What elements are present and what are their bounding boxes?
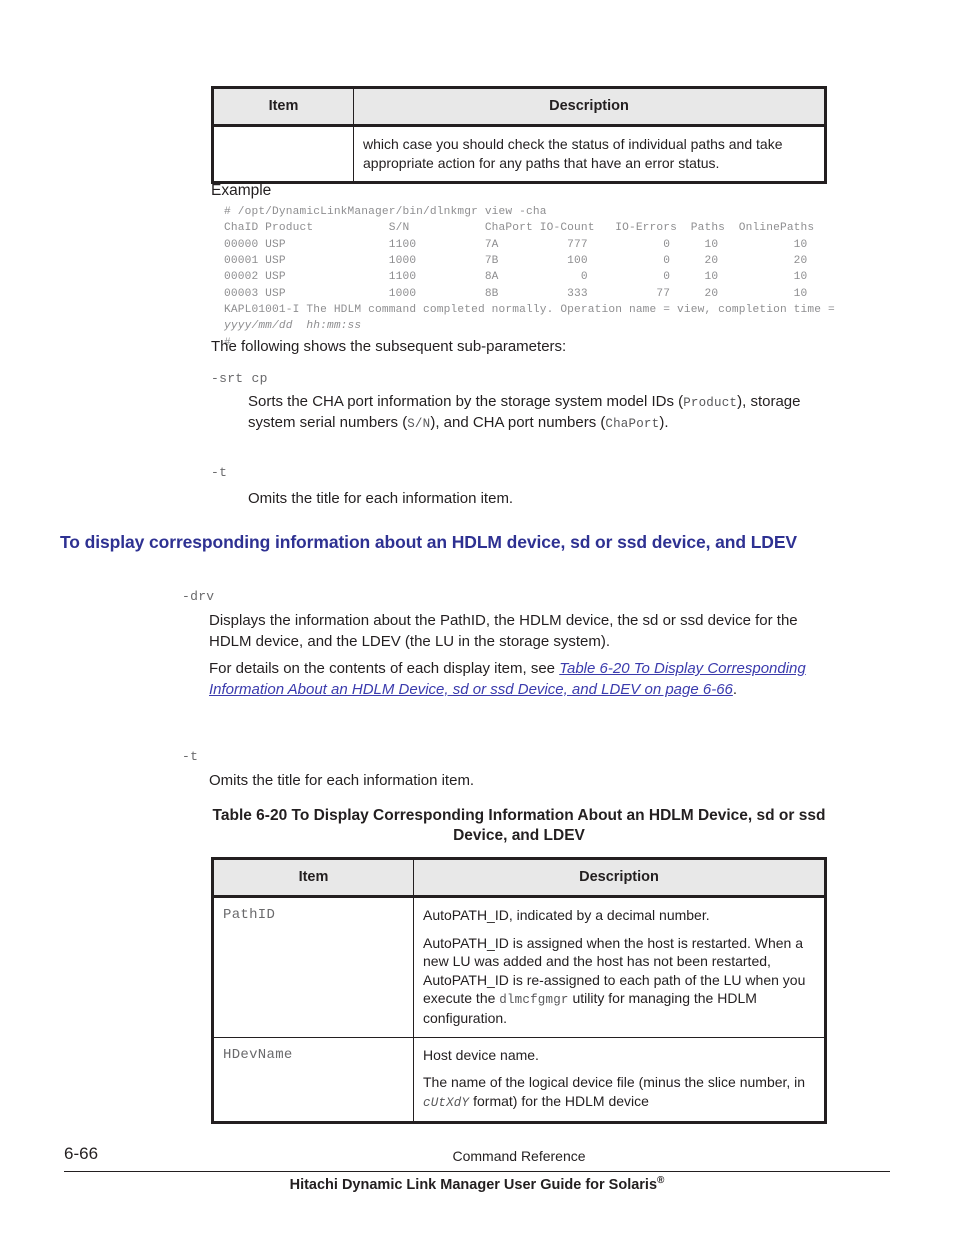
crossref-prefix: For details on the contents of each disp… (209, 660, 560, 678)
code-line-timestamp: yyyy/mm/dd hh:mm:ss (224, 320, 362, 333)
def-text: ). (659, 413, 669, 431)
cell-description: which case you should check the status o… (353, 124, 826, 184)
table-caption: Table 6-20 To Display Corresponding Info… (212, 807, 826, 845)
column-header-description: Description (353, 87, 826, 127)
param-term-t-view: -t (211, 465, 228, 480)
cell-paragraph: AutoPATH_ID is assigned when the host is… (423, 934, 815, 1028)
param-def-paragraph: Displays the information about the PathI… (209, 612, 798, 650)
cell-paragraph: The name of the logical device file (min… (423, 1073, 815, 1111)
code-line: ChaID Product S/N ChaPort IO-Count IO-Er… (224, 222, 815, 235)
table-header: Item Description (212, 858, 826, 898)
cell-code-cutxdy: cUtXdY (423, 1095, 470, 1110)
continuation-table: Item Description which case you should c… (211, 86, 827, 185)
code-line: 00000 USP 1100 7A 777 0 10 10 (224, 238, 808, 251)
table-body: which case you should check the status o… (212, 124, 826, 184)
table-header-row: Item Description (212, 858, 826, 898)
table-row: PathID AutoPATH_ID, indicated by a decim… (212, 896, 826, 1038)
code-line: 00001 USP 1000 7B 100 0 20 20 (224, 255, 808, 268)
crossref-suffix: . (732, 680, 738, 698)
cell-item-hdevname: HDevName (212, 1036, 414, 1123)
table-row: HDevName Host device name. The name of t… (212, 1036, 826, 1123)
param-def-paragraph: Omits the title for each information ite… (248, 490, 514, 507)
def-text: ), and CHA port numbers ( (430, 413, 606, 431)
code-line: KAPL01001-I The HDLM command completed n… (224, 304, 835, 317)
cell-paragraph: AutoPATH_ID, indicated by a decimal numb… (423, 907, 710, 923)
param-def-crossref-paragraph: For details on the contents of each disp… (209, 659, 819, 700)
def-code-product: Product (683, 396, 738, 410)
footer-chapter-title: Command Reference (452, 1148, 586, 1164)
param-term-drv: -drv (182, 589, 215, 604)
registered-trademark-icon: ® (657, 1175, 665, 1186)
column-header-item: Item (212, 858, 414, 898)
param-def-paragraph: Sorts the CHA port information by the st… (248, 392, 838, 433)
section-heading: To display corresponding information abo… (60, 532, 797, 552)
cell-item (212, 124, 354, 184)
param-term-t-drv: -t (182, 749, 199, 764)
param-def-srt-cp: Sorts the CHA port information by the st… (248, 392, 838, 434)
footer-page-number: 6-66 (64, 1144, 99, 1163)
code-line: # /opt/DynamicLinkManager/bin/dlnkmgr vi… (224, 206, 547, 218)
example-label: Example (211, 182, 272, 199)
table-6-20: Item Description PathID AutoPATH_ID, ind… (211, 857, 827, 1124)
cell-description-pathid: AutoPATH_ID, indicated by a decimal numb… (413, 896, 826, 1038)
cell-paragraph: Host device name. (423, 1046, 539, 1063)
example-code-block: # /opt/DynamicLinkManager/bin/dlnkmgr vi… (224, 204, 844, 351)
cell-text: format) for the HDLM device (469, 1092, 649, 1109)
document-page: Item Description which case you should c… (0, 0, 954, 1235)
cell-description-hdevname: Host device name. The name of the logica… (413, 1036, 826, 1123)
table-header-row: Item Description (212, 87, 826, 127)
table-header: Item Description (212, 87, 826, 127)
param-def-t-view: Omits the title for each information ite… (248, 489, 838, 511)
table-body: PathID AutoPATH_ID, indicated by a decim… (212, 896, 826, 1123)
footer-divider (64, 1171, 890, 1172)
cell-text: The name of the logical device file (min… (423, 1074, 806, 1091)
def-text: Sorts the CHA port information by the st… (248, 393, 684, 410)
code-line: 00002 USP 1100 8A 0 0 10 10 (224, 271, 808, 284)
footer-guide-title: Hitachi Dynamic Link Manager User Guide … (64, 1175, 890, 1193)
cell-item-pathid: PathID (212, 896, 414, 1038)
def-code-chaport: ChaPort (605, 416, 660, 431)
sub-parameters-intro: The following shows the subsequent sub-p… (211, 338, 567, 355)
column-header-description: Description (413, 858, 826, 898)
code-line: 00003 USP 1000 8B 333 77 20 10 (224, 287, 808, 300)
footer-guide-text: Hitachi Dynamic Link Manager User Guide … (289, 1176, 658, 1193)
param-def-drv: Displays the information about the PathI… (209, 611, 819, 701)
cell-code-dlmcfgmgr: dlmcfgmgr (499, 993, 569, 1008)
def-code-sn: S/N (407, 416, 431, 431)
column-header-item: Item (212, 87, 354, 127)
param-def-t-drv: Omits the title for each information ite… (209, 771, 819, 793)
param-def-paragraph: Omits the title for each information ite… (209, 772, 475, 789)
param-term-srt-cp: -srt cp (211, 371, 268, 386)
table-row: which case you should check the status o… (212, 124, 826, 184)
